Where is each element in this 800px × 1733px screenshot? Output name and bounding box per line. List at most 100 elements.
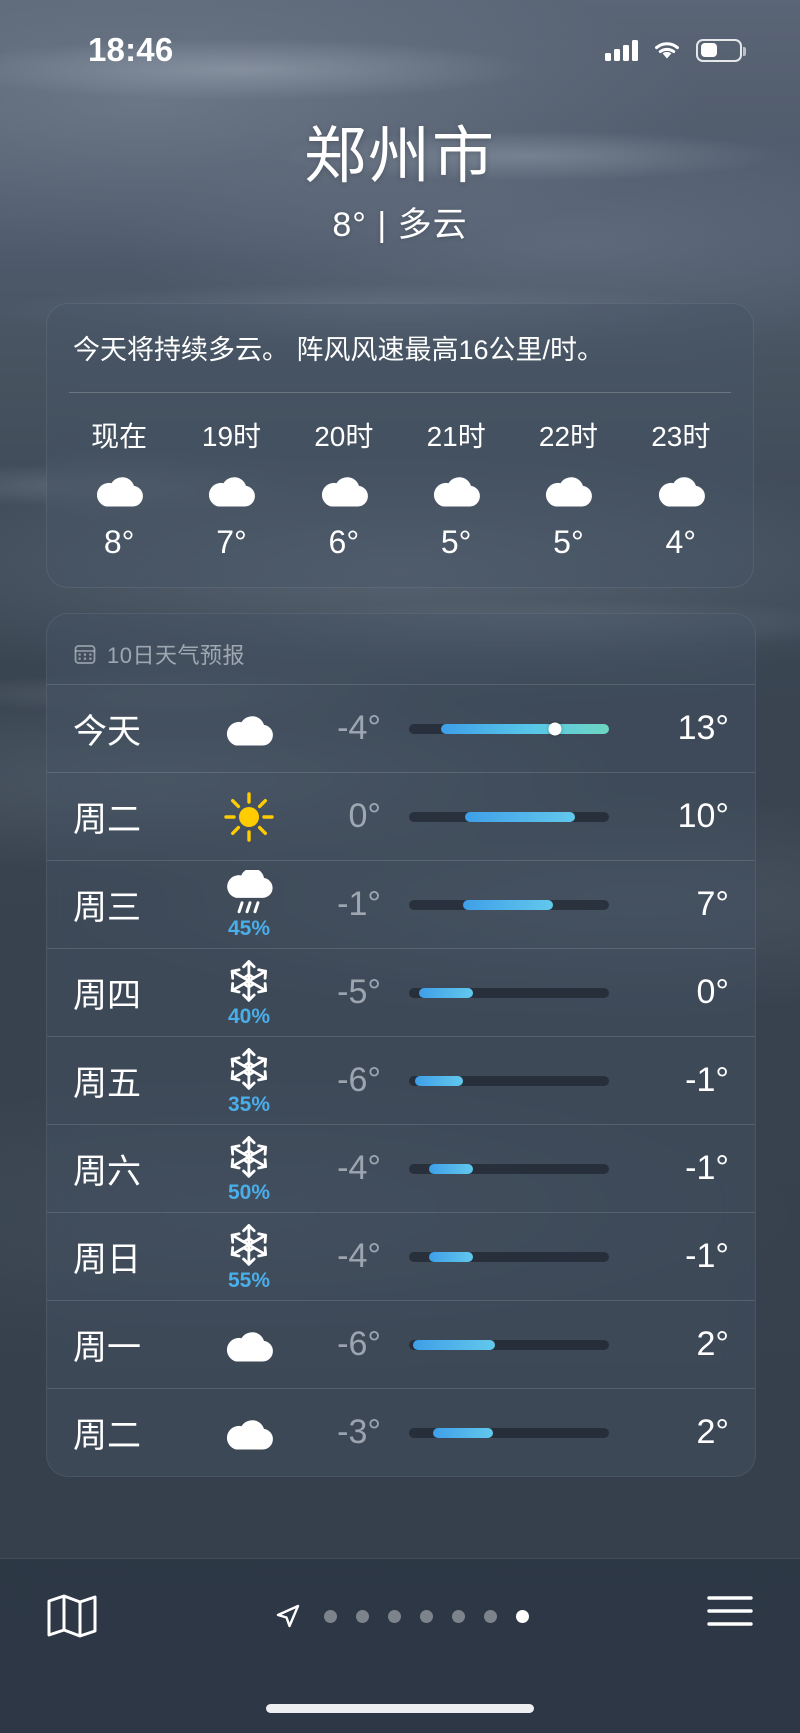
day-low-temp: -1°: [337, 885, 381, 923]
precipitation-probability: 45%: [227, 916, 271, 940]
daily-forecast-row[interactable]: 周二 -3° 2°: [47, 1388, 755, 1476]
hourly-time-label: 23时: [651, 420, 711, 452]
day-low-temp: -4°: [337, 1149, 381, 1187]
list-icon[interactable]: [706, 1593, 754, 1629]
day-label: 今天: [73, 713, 141, 751]
day-high-temp: 13°: [677, 709, 729, 747]
daily-forecast-row[interactable]: 周二 0° 10°: [47, 772, 755, 860]
daily-forecast-row[interactable]: 周四 40% -5° 0°: [47, 948, 755, 1036]
precipitation-probability: 55%: [227, 1268, 271, 1292]
day-label: 周四: [73, 977, 141, 1015]
temperature-range-bar: [409, 811, 609, 822]
temperature-range-fill: [429, 1163, 473, 1174]
day-low-temp: -6°: [337, 1061, 381, 1099]
temperature-range-bar: [409, 1075, 609, 1086]
day-weather-icon-group: [201, 710, 297, 747]
page-dot[interactable]: [484, 1609, 497, 1623]
snowflake-icon: [230, 1224, 268, 1266]
page-dot[interactable]: [420, 1609, 433, 1623]
home-indicator: [266, 1704, 534, 1713]
cloud-icon: [226, 1419, 273, 1450]
hourly-temp: 7°: [216, 524, 247, 561]
day-low-temp: -4°: [337, 709, 381, 747]
day-weather-icon-group: [201, 1414, 297, 1451]
hourly-forecast-item[interactable]: 23时 4°: [625, 415, 737, 561]
temperature-range-bar: [409, 1427, 609, 1438]
hourly-time-label: 21时: [426, 420, 486, 452]
day-weather-icon-group: [201, 791, 297, 843]
day-low-temp: 0°: [348, 797, 381, 835]
hourly-forecast-card[interactable]: 今天将持续多云。 阵风风速最高16公里/时。 现在 8° 19时 7° 20时 6°…: [46, 303, 754, 589]
hourly-temp: 6°: [328, 524, 360, 561]
day-label: 周六: [73, 1153, 141, 1191]
temperature-range-fill: [465, 811, 575, 822]
hourly-time-label: 19时: [201, 420, 262, 452]
daily-forecast-row[interactable]: 周日 55% -4° -1°: [47, 1212, 755, 1300]
day-weather-icon-group: 50%: [201, 1134, 297, 1203]
hourly-forecast-row[interactable]: 现在 8° 19时 7° 20时 6° 21时 5° 22时 5° 23时 4°: [47, 393, 753, 587]
day-label: 周二: [73, 1417, 141, 1455]
status-bar-indicators: [605, 38, 746, 62]
day-low-temp: -6°: [337, 1325, 381, 1363]
cloud-icon: [434, 477, 481, 507]
page-dot[interactable]: [452, 1609, 465, 1623]
daily-forecast-header: 10日天气预报: [47, 614, 755, 684]
hourly-summary-text: 今天将持续多云。 阵风风速最高16公里/时。: [73, 335, 605, 365]
hourly-forecast-item[interactable]: 19时 7°: [175, 415, 287, 561]
temperature-range-bar: [409, 1339, 609, 1350]
cloud-icon: [658, 477, 705, 507]
weather-app-screen: 18:46 郑州市 8° | 多云 今天将持续多云。 阵风风速最高16公里/时。…: [0, 0, 800, 1733]
day-high-temp: 7°: [696, 885, 729, 923]
precipitation-probability: 50%: [227, 1180, 271, 1204]
page-dot[interactable]: [324, 1609, 337, 1623]
current-temp-marker: [548, 722, 562, 735]
daily-forecast-row[interactable]: 周六 50% -4° -1°: [47, 1124, 755, 1212]
location-arrow-icon[interactable]: [275, 1603, 301, 1629]
temperature-range-fill: [441, 723, 609, 734]
day-label: 周日: [73, 1241, 141, 1279]
daily-forecast-row[interactable]: 周三 45% -1° 7°: [47, 860, 755, 948]
day-label: 周三: [73, 889, 141, 927]
page-dot[interactable]: [356, 1609, 369, 1623]
day-low-temp: -4°: [337, 1237, 381, 1275]
temperature-range-fill: [433, 1427, 493, 1438]
hourly-temp: 4°: [665, 524, 697, 561]
temperature-range-bar: [409, 1163, 609, 1174]
daily-forecast-card[interactable]: 10日天气预报 今天 -4° 13° 周二 0° 10° 周三 45% -1° 7° 周四: [46, 613, 756, 1477]
current-condition-summary: 8° | 多云: [332, 205, 468, 244]
sun-icon: [224, 791, 274, 842]
daily-forecast-row[interactable]: 今天 -4° 13°: [47, 684, 755, 772]
day-weather-icon-group: [201, 1326, 297, 1363]
temperature-range-bar: [409, 1251, 609, 1262]
cloud-icon: [97, 477, 144, 507]
daily-forecast-row[interactable]: 周一 -6° 2°: [47, 1300, 755, 1388]
cellular-bars-icon: [605, 39, 638, 61]
hourly-forecast-item[interactable]: 21时 5°: [400, 415, 512, 561]
day-high-temp: -1°: [685, 1237, 729, 1275]
calendar-icon: [74, 645, 96, 664]
location-header: 郑州市 8° | 多云: [0, 123, 800, 246]
temperature-range-bar: [409, 899, 609, 910]
cloud-icon: [209, 477, 256, 507]
day-high-temp: 10°: [677, 797, 729, 835]
hourly-forecast-item[interactable]: 现在 8°: [63, 415, 175, 561]
hourly-forecast-item[interactable]: 20时 6°: [288, 415, 400, 561]
cloud-icon: [321, 477, 368, 507]
temperature-range-fill: [429, 1251, 473, 1262]
day-high-temp: -1°: [685, 1061, 729, 1099]
hourly-temp: 5°: [440, 524, 472, 561]
status-bar: 18:46: [0, 0, 800, 100]
snowflake-icon: [230, 960, 268, 1002]
map-icon[interactable]: [46, 1593, 98, 1639]
day-label: 周二: [73, 801, 141, 839]
hourly-forecast-item[interactable]: 22时 5°: [512, 415, 624, 561]
day-weather-icon-group: 45%: [201, 870, 297, 939]
page-dot-active[interactable]: [516, 1609, 529, 1623]
page-indicator[interactable]: [275, 1603, 529, 1629]
battery-icon: [696, 38, 746, 62]
day-low-temp: -3°: [337, 1413, 381, 1451]
temperature-range-fill: [419, 987, 473, 998]
daily-forecast-row[interactable]: 周五 35% -6° -1°: [47, 1036, 755, 1124]
page-dot[interactable]: [388, 1609, 401, 1623]
day-weather-icon-group: 35%: [201, 1046, 297, 1115]
